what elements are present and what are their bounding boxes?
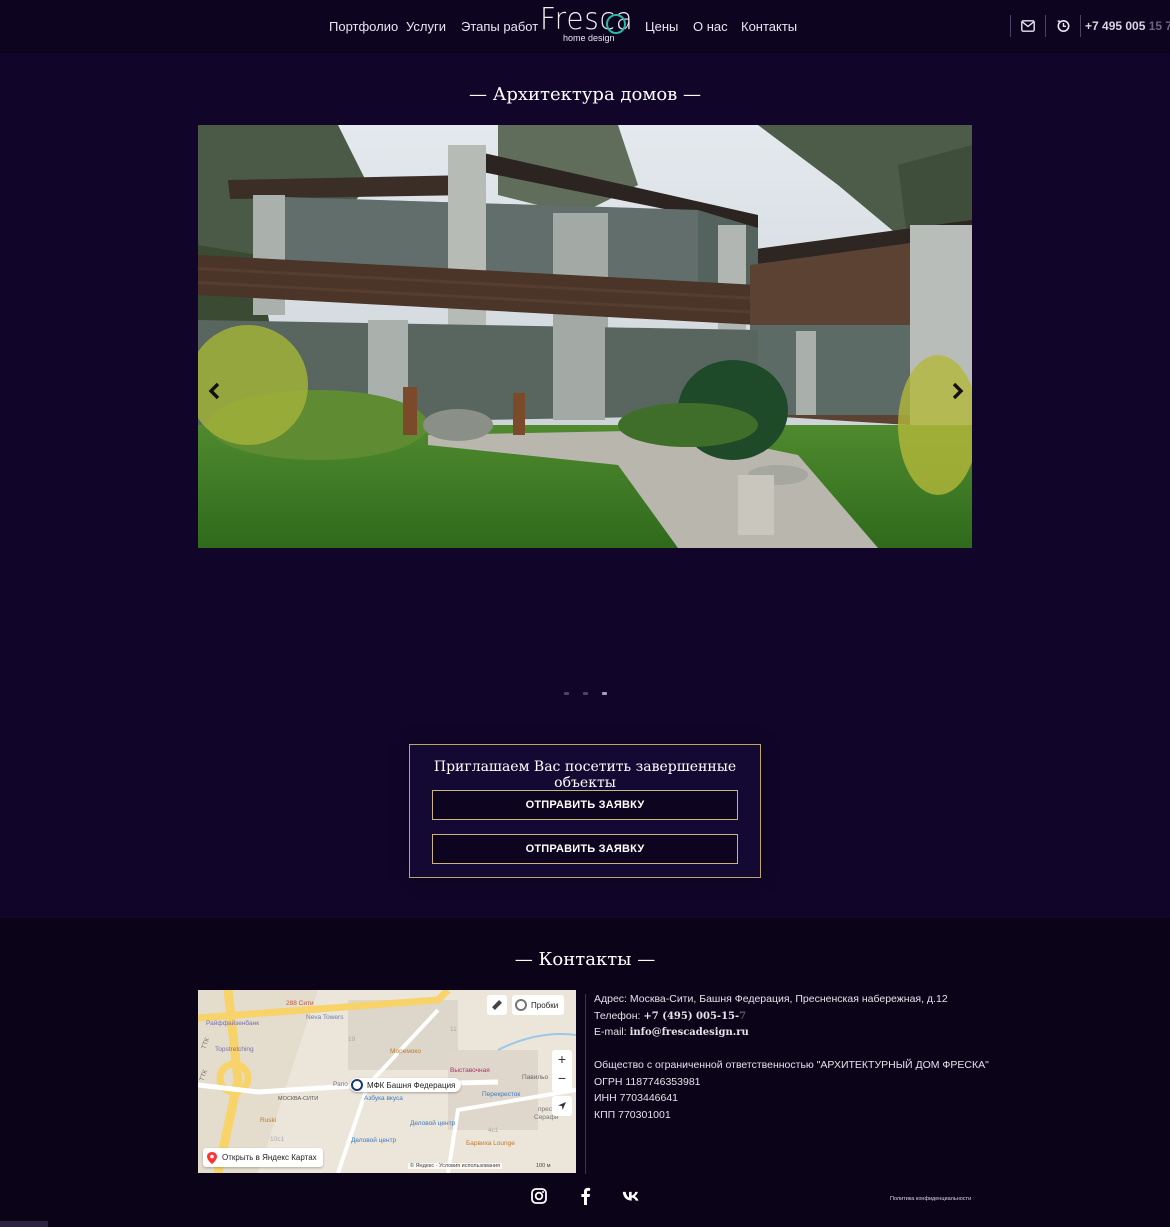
map-poi-label: 288 Сити bbox=[286, 1000, 314, 1007]
map-poi-label: Деловой центр bbox=[351, 1137, 397, 1144]
send-request-button-1[interactable]: ОТПРАВИТЬ ЗАЯВКУ bbox=[432, 790, 738, 820]
gallery-section-title: — Архитектура домов — bbox=[468, 84, 702, 105]
map-poi-label: МОСКВА-СИТИ bbox=[278, 1096, 319, 1102]
slider-next-arrow-icon[interactable] bbox=[947, 380, 969, 402]
phone-link[interactable]: +7 (495) 005-15-7 bbox=[643, 1011, 746, 1022]
privacy-policy-link[interactable]: Политика конфиденциальности bbox=[890, 1196, 971, 1202]
clock-phone-icon[interactable] bbox=[1054, 17, 1072, 35]
map-ruler-button[interactable] bbox=[487, 995, 507, 1015]
invite-box: Приглашаем Вас посетить завершенные объе… bbox=[409, 744, 761, 878]
slider-dot-1[interactable] bbox=[564, 692, 569, 695]
address: Адрес: Москва-Сити, Башня Федерация, Пре… bbox=[594, 993, 948, 1005]
nav-link-prices[interactable]: Цены bbox=[645, 19, 678, 34]
open-in-yandex-label: Открыть в Яндекс Картах bbox=[222, 1153, 317, 1162]
contacts-section-title: — Контакты — bbox=[514, 949, 656, 970]
nav-link-work-stages[interactable]: Этапы работ bbox=[461, 19, 538, 34]
map-geolocate-button[interactable] bbox=[552, 1096, 572, 1116]
map-building-number: 4с1 bbox=[488, 1127, 499, 1134]
facebook-icon[interactable] bbox=[576, 1187, 594, 1205]
map-poi-label: Райффайзенбанк bbox=[206, 1020, 260, 1027]
nav-link-contacts[interactable]: Контакты bbox=[741, 19, 797, 34]
header-contact-area: +7 495 005 15 7 bbox=[1010, 14, 1170, 38]
vk-icon[interactable] bbox=[622, 1187, 640, 1205]
email-link[interactable]: info@frescadesign.ru bbox=[630, 1027, 749, 1038]
zoom-out-button[interactable]: − bbox=[552, 1070, 572, 1086]
map-poi-label: Перекресток bbox=[482, 1091, 521, 1098]
map-marker-label: МФК Башня Федерация bbox=[367, 1080, 456, 1090]
map-poi-label: Моремоко bbox=[390, 1048, 421, 1055]
traffic-label: Пробки bbox=[531, 1000, 559, 1010]
nav-link-about[interactable]: О нас bbox=[693, 19, 728, 34]
map-marker[interactable]: МФК Башня Федерация bbox=[350, 1078, 462, 1092]
nav-link-portfolio[interactable]: Портфолио bbox=[329, 19, 398, 34]
yandex-map[interactable]: 288 Сити Neva Towers Райффайзенбанк Tops… bbox=[198, 990, 576, 1173]
ogrn: ОГРН 1187746353981 bbox=[594, 1075, 701, 1088]
divider bbox=[1045, 15, 1046, 37]
divider bbox=[1080, 15, 1081, 37]
kpp: КПП 770301001 bbox=[594, 1108, 671, 1121]
map-zoom-control: + − bbox=[552, 1050, 572, 1092]
map-poi-label: прес bbox=[538, 1106, 552, 1113]
map-poi-label: Ruski bbox=[260, 1117, 277, 1124]
map-poi-label: Topstretching bbox=[215, 1046, 254, 1053]
map-poi-label: Павильо bbox=[522, 1074, 549, 1081]
contacts-info: Адрес: Москва-Сити, Башня Федерация, Пре… bbox=[594, 991, 989, 1123]
traffic-icon bbox=[515, 999, 527, 1011]
top-navigation-bar: Портфолио Услуги Этапы работ Fresca home… bbox=[0, 0, 1170, 53]
company-name: Общество с ограниченной ответственностью… bbox=[594, 1059, 989, 1071]
map-poi-label: Рапо bbox=[333, 1081, 348, 1088]
map-copyright[interactable]: © Яндекс · Условия использования bbox=[408, 1163, 503, 1169]
map-pin-red-icon bbox=[207, 1151, 217, 1164]
map-building-number: 11 bbox=[450, 1026, 457, 1033]
map-poi-label: Выставочная bbox=[450, 1067, 490, 1074]
house-image-slider[interactable] bbox=[198, 125, 972, 548]
divider bbox=[1010, 15, 1011, 37]
ruler-icon bbox=[492, 1000, 502, 1010]
zoom-in-button[interactable]: + bbox=[552, 1051, 572, 1067]
logo-ring-icon bbox=[606, 14, 626, 34]
slider-prev-arrow-icon[interactable] bbox=[203, 380, 225, 402]
map-building-number: 10с1 bbox=[270, 1136, 285, 1143]
map-poi-label: Азбука вкуса bbox=[364, 1095, 403, 1102]
slider-dot-3[interactable] bbox=[602, 692, 607, 695]
map-traffic-button[interactable]: Пробки bbox=[512, 995, 565, 1015]
contacts-divider bbox=[585, 994, 586, 1174]
email-line: E-mail: info@frescadesign.ru bbox=[594, 1026, 749, 1038]
slider-dot-2[interactable] bbox=[583, 692, 588, 695]
map-poi-label: Деловой центр bbox=[410, 1120, 456, 1127]
locate-arrow-icon bbox=[558, 1102, 566, 1110]
fresca-logo[interactable]: Fresca home design bbox=[540, 2, 633, 46]
mail-icon[interactable] bbox=[1019, 17, 1037, 35]
inn: ИНН 7703446641 bbox=[594, 1092, 679, 1104]
map-building-number: 19 bbox=[348, 1036, 356, 1043]
map-pin-icon bbox=[351, 1079, 363, 1091]
map-scale: 100 м bbox=[536, 1163, 551, 1169]
instagram-icon[interactable] bbox=[530, 1187, 548, 1205]
phone-line: Телефон: +7 (495) 005-15-7 bbox=[594, 1009, 747, 1022]
open-in-yandex-button[interactable]: Открыть в Яндекс Картах bbox=[203, 1148, 323, 1167]
corner-widget bbox=[0, 1221, 48, 1227]
house-photo bbox=[198, 125, 972, 548]
send-request-button-2[interactable]: ОТПРАВИТЬ ЗАЯВКУ bbox=[432, 834, 738, 864]
map-poi-label: Барвиха Lounge bbox=[466, 1140, 515, 1147]
nav-link-services[interactable]: Услуги bbox=[406, 19, 446, 34]
logo-subtitle: home design bbox=[563, 33, 615, 43]
map-poi-label: Neva Towers bbox=[306, 1014, 344, 1021]
slider-pagination bbox=[564, 692, 607, 695]
invite-title: Приглашаем Вас посетить завершенные объе… bbox=[433, 759, 737, 791]
social-links bbox=[530, 1187, 640, 1205]
header-phone[interactable]: +7 495 005 15 7 bbox=[1085, 19, 1170, 33]
